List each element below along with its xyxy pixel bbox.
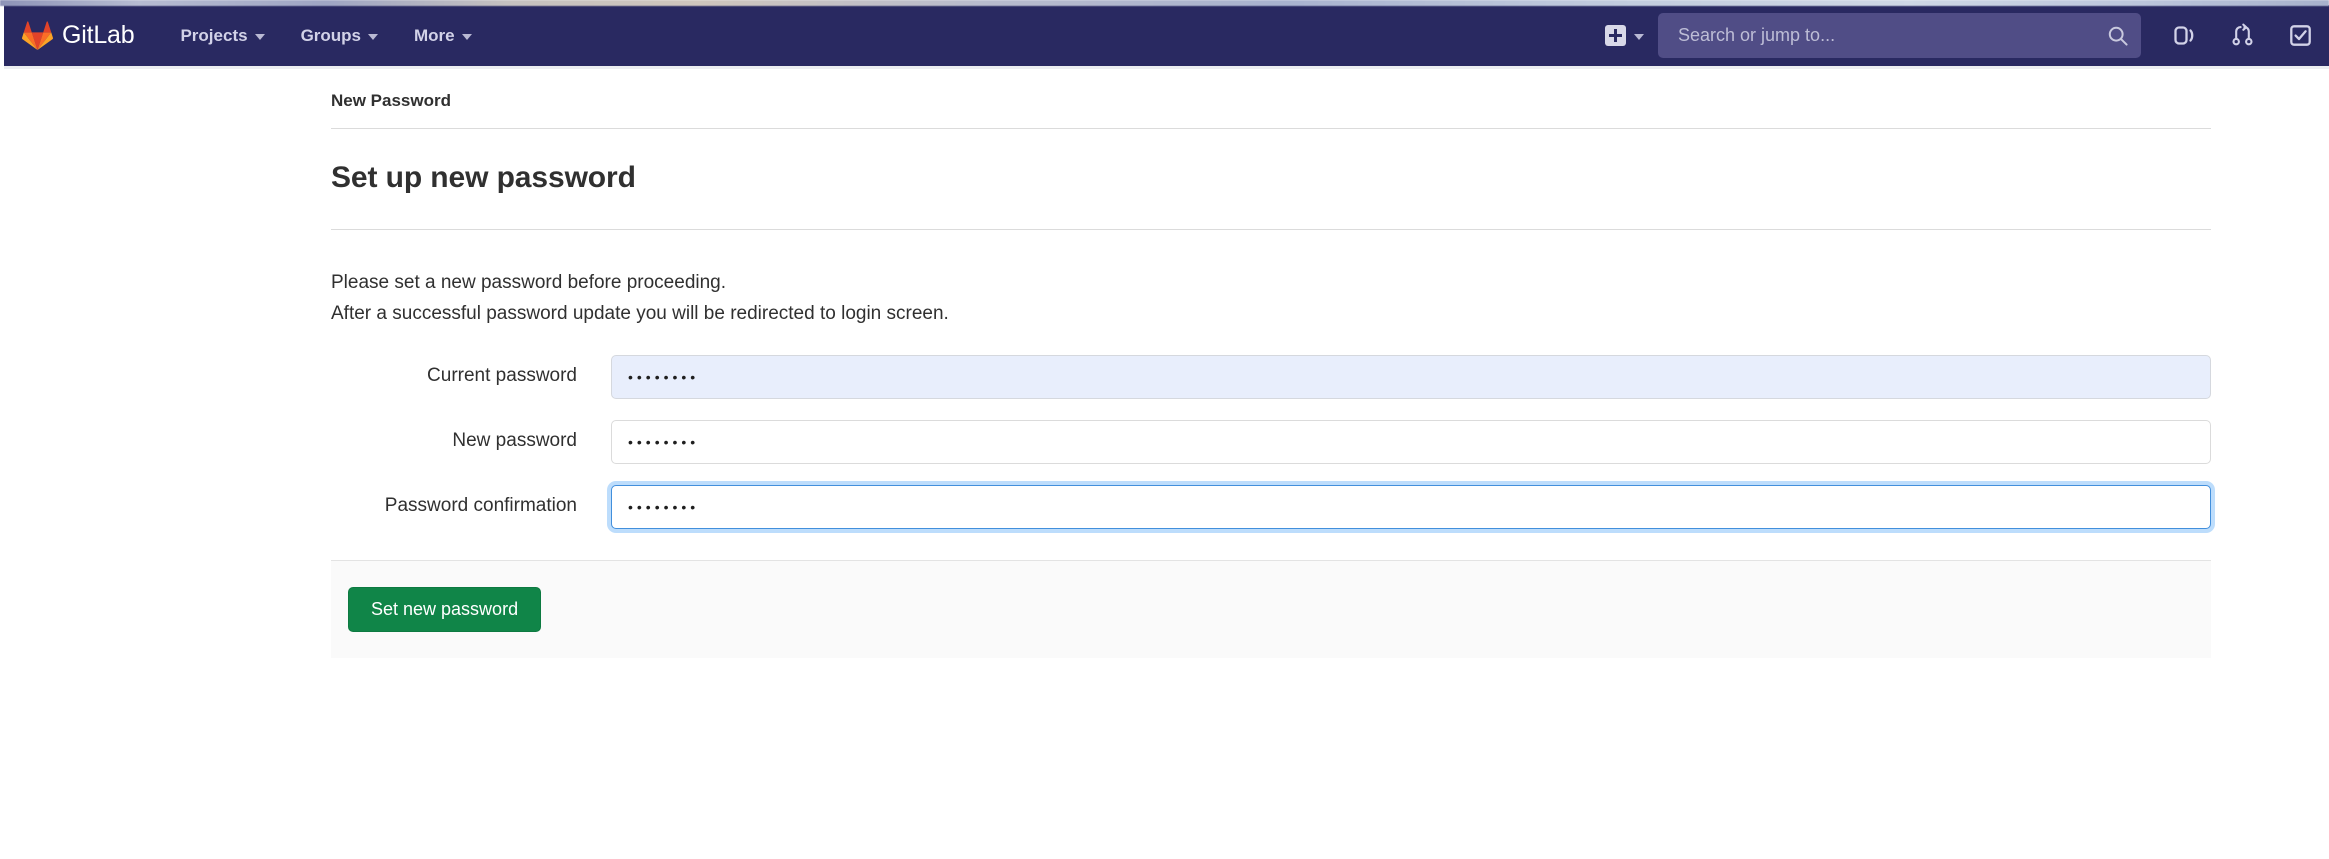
gitlab-home-link[interactable]: GitLab <box>22 21 135 50</box>
nav-item-groups-label: Groups <box>300 25 362 45</box>
navbar-right-group <box>1595 5 2329 66</box>
navbar-menu: Projects Groups More <box>162 18 489 54</box>
merge-requests-icon[interactable] <box>2213 5 2271 66</box>
form-row-password-confirmation: Password confirmation •••••••• <box>331 484 2211 529</box>
nav-item-more-label: More <box>414 25 455 45</box>
nav-item-projects-label: Projects <box>180 25 248 45</box>
form-row-current-password: Current password •••••••• <box>331 354 2211 399</box>
new-password-input[interactable]: •••••••• <box>611 419 2211 464</box>
navbar-bottom-border <box>4 66 2329 69</box>
create-new-button[interactable] <box>1595 25 1658 46</box>
gitlab-tanuki-icon <box>22 21 53 50</box>
navbar-left-group: GitLab Projects Groups More <box>4 18 490 54</box>
set-new-password-button[interactable]: Set new password <box>348 586 542 633</box>
form-footer: Set new password <box>331 559 2211 659</box>
password-confirmation-label: Password confirmation <box>384 495 577 517</box>
issues-icon[interactable] <box>2155 5 2213 66</box>
breadcrumb: New Password <box>331 91 451 110</box>
todos-icon[interactable] <box>2271 5 2329 66</box>
password-confirmation-input[interactable]: •••••••• <box>611 484 2211 529</box>
nav-item-groups[interactable]: Groups <box>283 18 396 54</box>
plus-square-icon <box>1605 25 1626 46</box>
top-navbar: GitLab Projects Groups More <box>4 5 2329 66</box>
new-password-masked-value: •••••••• <box>628 433 700 450</box>
search-input[interactable] <box>1676 24 2107 47</box>
brand-name: GitLab <box>62 21 135 49</box>
chevron-down-icon <box>368 33 379 40</box>
form-row-new-password: New password •••••••• <box>331 419 2211 464</box>
intro-line-1: Please set a new password before proceed… <box>331 272 727 293</box>
password-confirmation-field-wrapper: •••••••• <box>611 484 2211 529</box>
search-icon <box>2107 25 2129 47</box>
intro-line-2: After a successful password update you w… <box>331 303 949 325</box>
browser-chrome-strip <box>0 0 2329 6</box>
chevron-down-icon <box>1634 33 1644 40</box>
new-password-field-wrapper: •••••••• <box>611 419 2211 464</box>
intro-text: Please set a new password before proceed… <box>331 230 2211 327</box>
page-title: Set up new password <box>331 161 636 194</box>
nav-item-more[interactable]: More <box>396 18 490 54</box>
current-password-input[interactable]: •••••••• <box>611 354 2211 399</box>
current-password-field-wrapper: •••••••• <box>611 354 2211 399</box>
chevron-down-icon <box>254 33 265 40</box>
current-password-label: Current password <box>427 365 577 387</box>
password-confirmation-masked-value: •••••••• <box>628 498 700 515</box>
new-password-form: Current password •••••••• New password •… <box>331 354 2211 659</box>
chevron-down-icon <box>461 33 472 40</box>
content-container: New Password Set up new password Please … <box>331 66 2211 659</box>
current-password-masked-value: •••••••• <box>628 368 700 385</box>
nav-item-projects[interactable]: Projects <box>162 18 282 54</box>
new-password-label: New password <box>452 430 577 452</box>
search-box[interactable] <box>1658 13 2141 58</box>
page-content: New Password Set up new password Please … <box>0 66 2329 859</box>
